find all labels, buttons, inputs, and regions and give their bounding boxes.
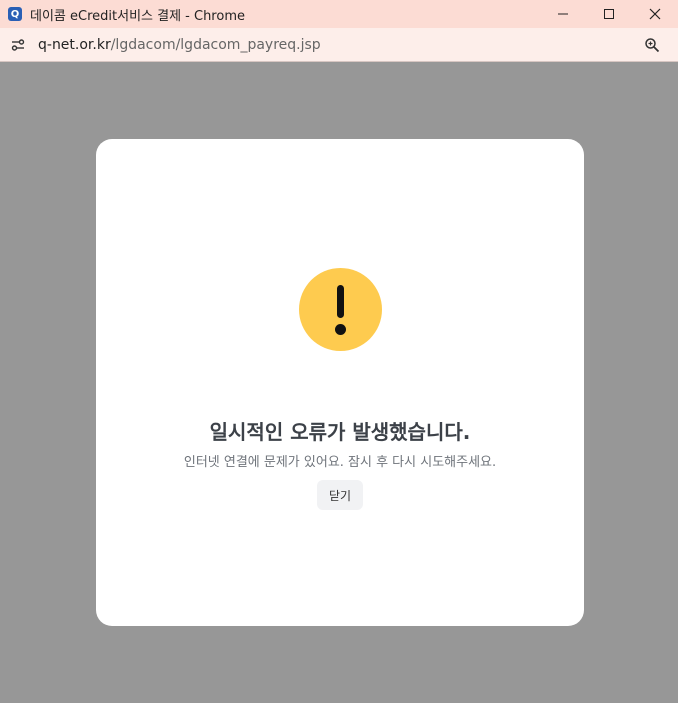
window-titlebar: Q 데이콤 eCredit서비스 결제 - Chrome xyxy=(0,0,678,28)
close-icon xyxy=(649,8,661,20)
maximize-button[interactable] xyxy=(586,0,632,28)
url-field[interactable]: q-net.or.kr/lgdacom/lgdacom_payreq.jsp xyxy=(38,37,321,53)
error-dialog: 일시적인 오류가 발생했습니다. 인터넷 연결에 문제가 있어요. 잠시 후 다… xyxy=(96,139,584,626)
page-overlay: 일시적인 오류가 발생했습니다. 인터넷 연결에 문제가 있어요. 잠시 후 다… xyxy=(0,63,678,703)
zoom-button[interactable] xyxy=(638,31,666,59)
window-controls xyxy=(540,0,678,28)
close-window-button[interactable] xyxy=(632,0,678,28)
error-title: 일시적인 오류가 발생했습니다. xyxy=(209,420,471,444)
address-bar: q-net.or.kr/lgdacom/lgdacom_payreq.jsp xyxy=(0,28,678,62)
site-info-button[interactable] xyxy=(4,31,32,59)
app-icon: Q xyxy=(8,7,22,21)
zoom-icon xyxy=(645,38,660,53)
url-path: /lgdacom/lgdacom_payreq.jsp xyxy=(110,36,321,53)
tune-icon xyxy=(11,38,25,51)
error-message: 인터넷 연결에 문제가 있어요. 잠시 후 다시 시도해주세요. xyxy=(183,455,497,470)
minimize-icon xyxy=(558,13,568,15)
exclamation-icon xyxy=(299,268,382,351)
maximize-icon xyxy=(604,9,614,19)
close-button[interactable]: 닫기 xyxy=(317,480,363,510)
window-title: 데이콤 eCredit서비스 결제 - Chrome xyxy=(30,8,245,24)
minimize-button[interactable] xyxy=(540,0,586,28)
url-host: q-net.or.kr xyxy=(38,36,111,53)
